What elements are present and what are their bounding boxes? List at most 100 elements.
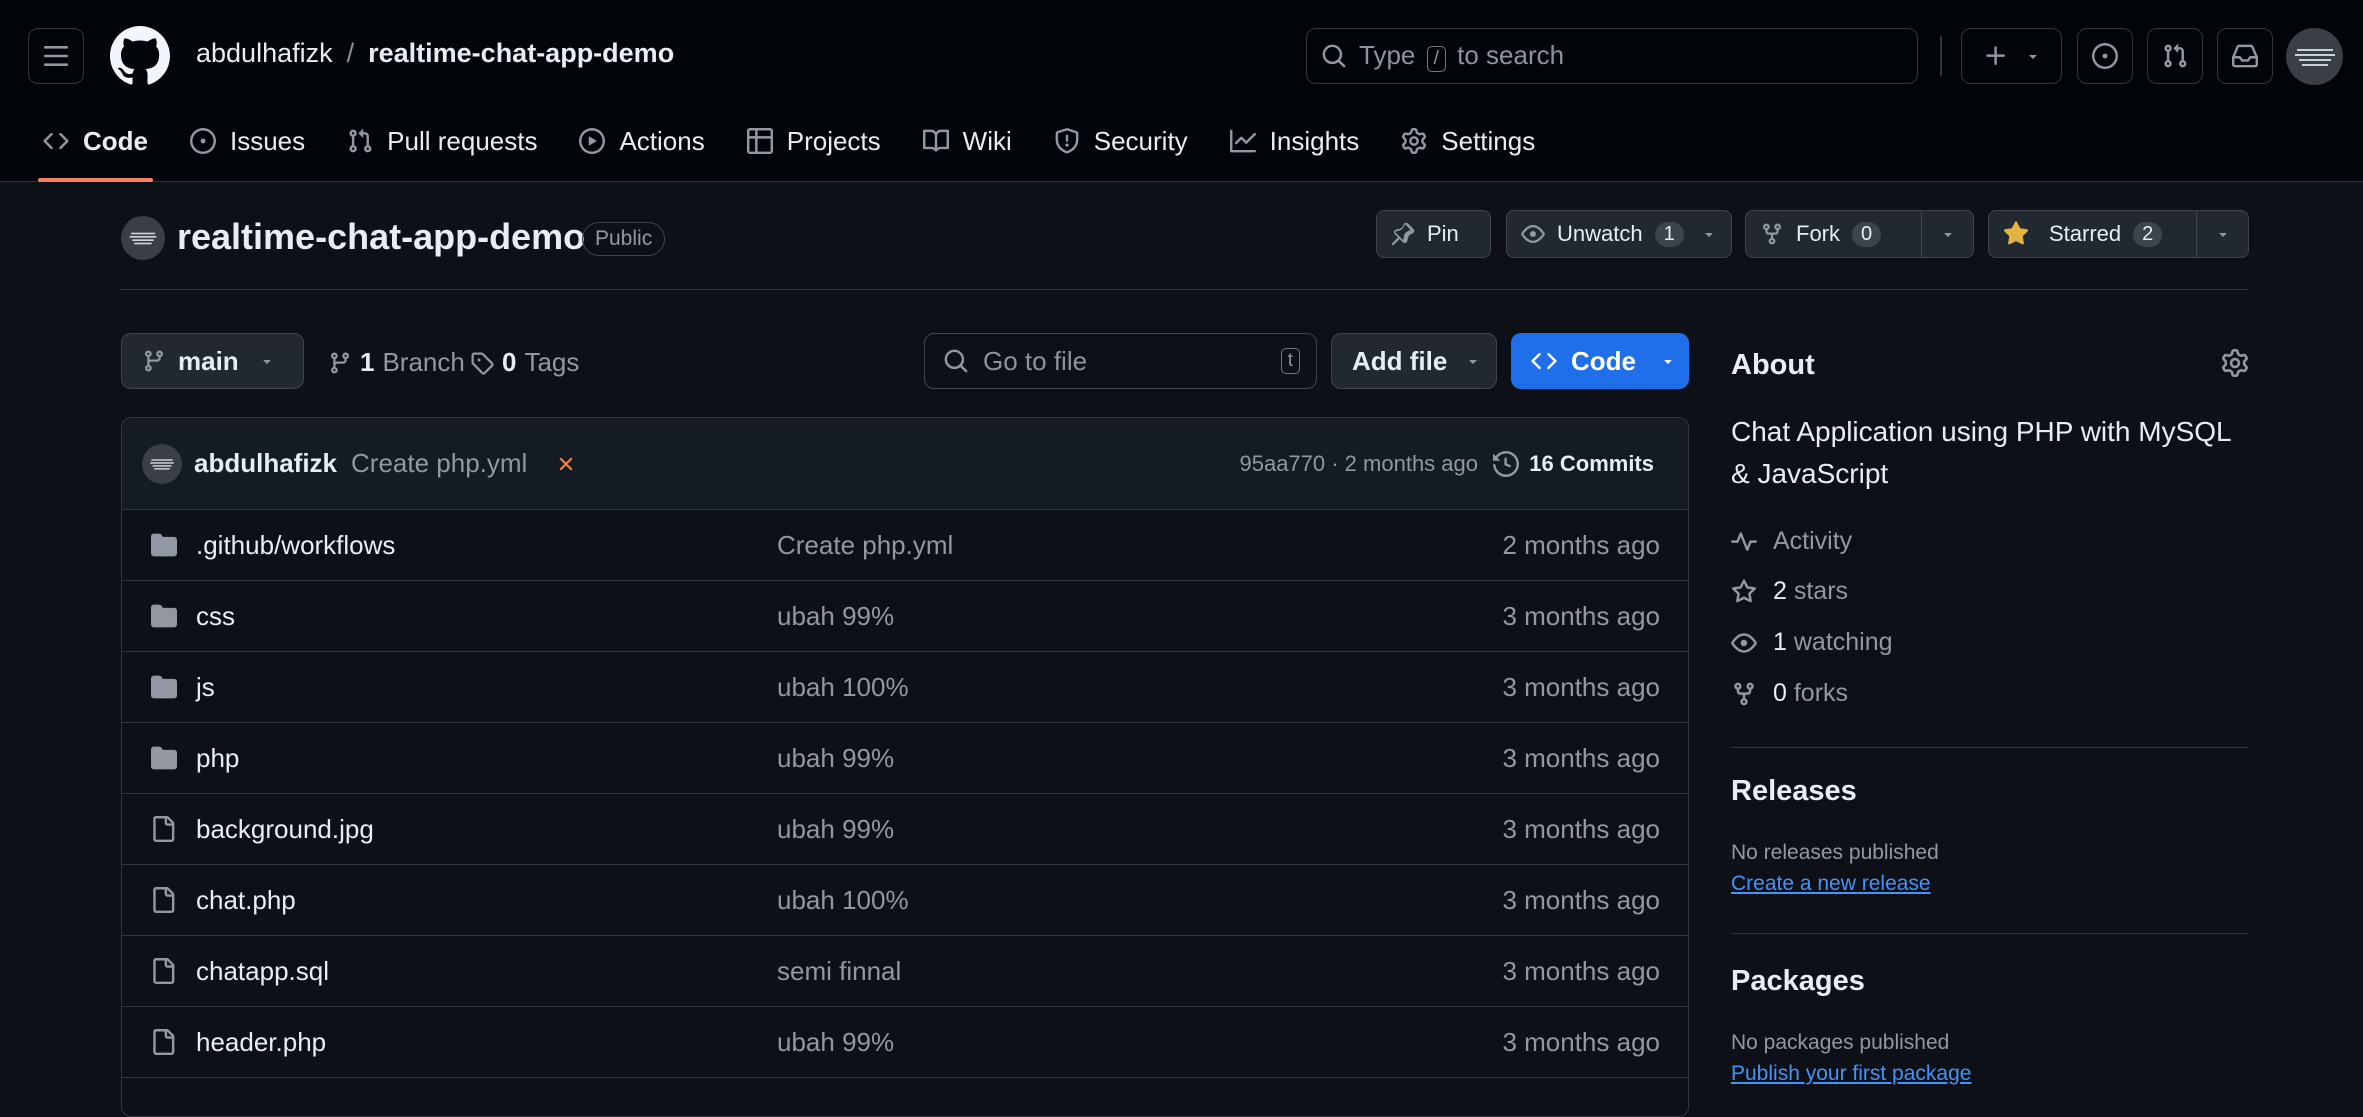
branches-link[interactable]: 1 Branch — [328, 347, 465, 378]
file-commit-message[interactable]: ubah 99% — [777, 743, 894, 774]
watchers-link[interactable]: 1 watching — [1731, 628, 1893, 657]
activity-link[interactable]: Activity — [1731, 527, 1852, 556]
file-name[interactable]: php — [196, 743, 239, 774]
x-icon[interactable] — [555, 453, 577, 475]
pin-icon — [1391, 222, 1415, 246]
file-commit-message[interactable]: ubah 99% — [777, 814, 894, 845]
packages-heading[interactable]: Packages — [1731, 965, 1865, 998]
pull-requests-shortcut-button[interactable] — [2147, 28, 2203, 84]
publish-package-link[interactable]: Publish your first package — [1731, 1062, 1971, 1086]
file-commit-date: 3 months ago — [1502, 955, 1660, 986]
git-pull-request-icon — [2162, 43, 2188, 69]
git-pull-request-icon — [347, 128, 373, 154]
commit-message[interactable]: Create php.yml — [351, 448, 527, 479]
repo-title[interactable]: realtime-chat-app-demo — [177, 216, 585, 258]
file-row[interactable]: header.php ubah 99% 3 months ago — [122, 1007, 1688, 1078]
file-name[interactable]: chat.php — [196, 885, 296, 916]
code-button[interactable]: Code — [1511, 333, 1689, 389]
add-file-button[interactable]: Add file — [1331, 333, 1497, 389]
commit-author[interactable]: abdulhafizk — [194, 448, 337, 479]
git-branch-icon — [142, 349, 166, 373]
tab-code[interactable]: Code — [28, 112, 163, 182]
tab-security[interactable]: Security — [1039, 112, 1203, 182]
issues-shortcut-button[interactable] — [2077, 28, 2133, 84]
file-name[interactable]: css — [196, 601, 235, 632]
file-row[interactable]: chat.php ubah 100% 3 months ago — [122, 865, 1688, 936]
table-icon — [746, 128, 773, 154]
fork-label: Fork — [1796, 221, 1840, 246]
file-name[interactable]: background.jpg — [196, 814, 374, 845]
fork-dropdown[interactable] — [1921, 211, 1973, 257]
create-release-link[interactable]: Create a new release — [1731, 872, 1931, 896]
add-file-label: Add file — [1352, 345, 1448, 376]
watch-button[interactable]: Unwatch 1 — [1506, 210, 1732, 258]
file-row[interactable]: php ubah 99% 3 months ago — [122, 723, 1688, 794]
file-commit-date: 3 months ago — [1502, 742, 1660, 773]
tab-pull-requests[interactable]: Pull requests — [332, 112, 552, 182]
tab-actions[interactable]: Actions — [564, 112, 719, 182]
tab-settings[interactable]: Settings — [1386, 112, 1550, 182]
star-dropdown[interactable] — [2196, 211, 2248, 257]
file-row[interactable]: background.jpg ubah 99% 3 months ago — [122, 794, 1688, 865]
star-button[interactable]: Starred 2 — [1988, 210, 2249, 258]
tab-pull-requests-label: Pull requests — [387, 125, 538, 156]
eye-icon — [1521, 222, 1545, 246]
folder-icon — [150, 532, 178, 558]
branch-selector[interactable]: main — [121, 333, 304, 389]
user-avatar[interactable] — [2286, 28, 2343, 85]
fork-button[interactable]: Fork 0 — [1745, 210, 1974, 258]
history-icon — [1493, 450, 1520, 477]
breadcrumb-separator: / — [346, 38, 355, 68]
commit-author-avatar[interactable] — [142, 443, 182, 484]
file-commit-message[interactable]: ubah 100% — [777, 672, 909, 703]
file-row[interactable]: css ubah 99% 3 months ago — [122, 581, 1688, 652]
header-divider — [1940, 36, 1942, 76]
breadcrumb-owner-link[interactable]: abdulhafizk — [196, 38, 333, 69]
file-icon — [150, 816, 176, 842]
gear-icon[interactable] — [2221, 349, 2249, 377]
tab-issues[interactable]: Issues — [175, 112, 320, 182]
file-commit-message[interactable]: Create php.yml — [777, 530, 953, 561]
tab-wiki[interactable]: Wiki — [908, 112, 1027, 182]
forks-count: 0 — [1773, 679, 1787, 707]
file-commit-date: 3 months ago — [1502, 671, 1660, 702]
create-new-button[interactable] — [1961, 28, 2062, 84]
file-name[interactable]: chatapp.sql — [196, 956, 329, 987]
tab-insights-label: Insights — [1269, 125, 1360, 156]
watch-dropdown-icon[interactable] — [1701, 226, 1731, 242]
file-name[interactable]: .github/workflows — [196, 530, 395, 561]
shield-icon — [1054, 128, 1080, 154]
github-logo-icon[interactable] — [110, 26, 170, 86]
commit-hash-time[interactable]: 95aa770 · 2 months ago — [1239, 451, 1478, 477]
file-commit-message[interactable]: semi finnal — [777, 956, 901, 987]
global-search-input[interactable]: Type / to search — [1306, 28, 1918, 84]
file-name[interactable]: js — [196, 672, 215, 703]
go-to-file-input[interactable]: Go to file t — [924, 333, 1317, 389]
file-commit-message[interactable]: ubah 99% — [777, 1027, 894, 1058]
stars-link[interactable]: 2 stars — [1731, 577, 1848, 606]
folder-icon — [150, 603, 178, 629]
tab-insights[interactable]: Insights — [1215, 112, 1375, 182]
code-icon — [1531, 348, 1557, 374]
file-commit-message[interactable]: ubah 100% — [777, 885, 909, 916]
menu-button[interactable] — [28, 28, 84, 84]
go-to-file-shortcut: t — [1280, 348, 1300, 374]
repo-forked-icon — [1731, 681, 1757, 707]
file-commit-date: 2 months ago — [1502, 529, 1660, 560]
file-row[interactable]: js ubah 100% 3 months ago — [122, 652, 1688, 723]
pin-button[interactable]: Pin — [1376, 210, 1491, 258]
breadcrumb-repo-link[interactable]: realtime-chat-app-demo — [368, 38, 674, 69]
tab-projects[interactable]: Projects — [732, 112, 896, 182]
file-commit-message[interactable]: ubah 99% — [777, 601, 894, 632]
commits-link[interactable]: 16 Commits — [1493, 450, 1654, 477]
inbox-button[interactable] — [2217, 28, 2273, 84]
file-name[interactable]: header.php — [196, 1027, 326, 1058]
star-count: 2 — [2133, 221, 2163, 247]
file-row[interactable]: .github/workflows Create php.yml 2 month… — [122, 510, 1688, 581]
pulse-icon — [1731, 529, 1757, 555]
tags-link[interactable]: 0 Tags — [470, 347, 579, 378]
releases-heading[interactable]: Releases — [1731, 775, 1857, 808]
file-row[interactable]: chatapp.sql semi finnal 3 months ago — [122, 936, 1688, 1007]
global-header: abdulhafizk / realtime-chat-app-demo Typ… — [0, 0, 2363, 182]
forks-link[interactable]: 0 forks — [1731, 679, 1848, 708]
